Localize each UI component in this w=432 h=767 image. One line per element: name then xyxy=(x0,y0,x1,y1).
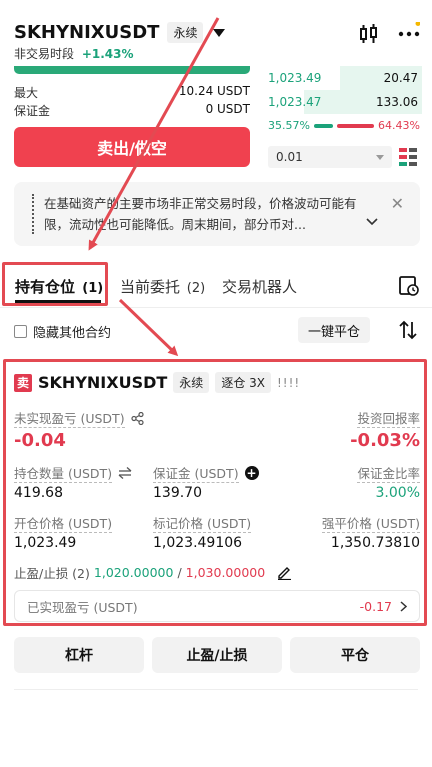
dropdown-arrow-icon xyxy=(376,154,384,160)
close-all-button[interactable]: 一键平仓 xyxy=(298,317,370,343)
bid-row[interactable]: 1,023.49 20.47 xyxy=(262,66,422,90)
orderbook-layout-icon[interactable] xyxy=(399,148,417,166)
precision-value: 0.01 xyxy=(276,150,303,164)
unrealized-pnl-value: -0.04 xyxy=(14,430,66,451)
margin-ratio-label: 保证金比率 xyxy=(357,463,420,483)
max-value: 10.24 USDT xyxy=(178,84,250,98)
position-margin-label: 保证金 (USDT) xyxy=(153,463,239,483)
position-header: 卖 SKHYNIXUSDT 永续 逐仓 3X !!!! xyxy=(14,372,300,393)
chevron-right-icon xyxy=(400,600,407,612)
roi-value: -0.03% xyxy=(350,430,420,451)
ratio-bar xyxy=(313,123,375,128)
tab-count: (2) xyxy=(186,281,206,296)
leverage-button[interactable]: 杠杆 xyxy=(14,637,144,673)
bid-price: 1,023.47 xyxy=(268,95,322,109)
realized-pnl-row[interactable]: 已实现盈亏 (USDT) -0.17 xyxy=(14,590,420,622)
buy-ratio: 35.57% xyxy=(268,119,310,132)
mark-price-label: 标记价格 (USDT) xyxy=(153,513,252,533)
size-label: 持仓数量 (USDT) xyxy=(14,463,113,483)
hide-others-checkbox[interactable]: 隐藏其他合约 xyxy=(14,322,111,341)
contract-type-badge: 永续 xyxy=(167,22,204,43)
position-margin-value: 139.70 xyxy=(153,485,202,501)
tab-count: (1) xyxy=(82,281,104,296)
session-status: 非交易时段 +1.43% xyxy=(14,45,134,62)
sort-icon[interactable] xyxy=(399,320,417,340)
unrealized-pnl-label-wrap: 未实现盈亏 (USDT) xyxy=(14,408,144,428)
close-icon[interactable]: ✕ xyxy=(391,194,404,213)
bid-qty: 20.47 xyxy=(383,71,418,85)
precision-select[interactable]: 0.01 xyxy=(268,146,392,168)
tpsl-button[interactable]: 止盈/止损 xyxy=(152,637,282,673)
tab-positions[interactable]: 持有仓位 (1) xyxy=(15,276,103,297)
sell-ratio: 64.43% xyxy=(378,119,420,132)
more-menu-icon[interactable] xyxy=(398,22,420,42)
share-icon[interactable] xyxy=(130,411,144,425)
max-label: 最大 xyxy=(14,86,39,100)
tab-label: 当前委托 xyxy=(120,278,181,296)
size-value: 419.68 xyxy=(14,485,63,501)
candlestick-chart-icon[interactable] xyxy=(358,24,380,44)
margin-label-wrap: 保证金 (USDT) + xyxy=(153,463,259,483)
annotation-box-position xyxy=(3,359,427,626)
stop-loss-value: 1,030.00000 xyxy=(185,565,266,580)
hide-others-label: 隐藏其他合约 xyxy=(33,326,112,341)
tab-label: 交易机器人 xyxy=(222,278,298,296)
swap-units-icon[interactable] xyxy=(118,467,132,479)
realized-pnl-label: 已实现盈亏 (USDT) xyxy=(27,599,138,615)
signal-indicator: !!!! xyxy=(276,375,301,390)
bid-row[interactable]: 1,023.47 133.06 xyxy=(262,90,422,114)
realized-pnl-value: -0.17 xyxy=(359,598,392,614)
tpsl-row: 止盈/止损 (2) 1,020.00000 / 1,030.00000 xyxy=(14,563,292,582)
margin-value: 0 USDT xyxy=(205,102,250,116)
notice-marker-icon xyxy=(32,194,34,234)
tpsl-label: 止盈/止损 (2) xyxy=(14,566,90,581)
caret-down-icon xyxy=(213,28,226,37)
position-contract-type: 永续 xyxy=(173,372,210,393)
liq-price-value: 1,350.73810 xyxy=(330,535,420,551)
liq-price-label: 强平价格 (USDT) xyxy=(321,513,420,533)
take-profit-value: 1,020.00000 xyxy=(93,565,174,580)
bid-qty: 133.06 xyxy=(376,95,418,109)
orderbook-bids: 1,023.49 20.47 1,023.47 133.06 xyxy=(262,66,422,114)
tab-open-orders[interactable]: 当前委托 (2) xyxy=(120,276,205,297)
checkbox-icon xyxy=(14,325,27,338)
edit-pencil-icon[interactable] xyxy=(277,565,292,580)
order-info: 最大 10.24 USDT 保证金 0 USDT xyxy=(14,84,250,120)
symbol-selector[interactable]: SKHYNIXUSDT 永续 xyxy=(14,22,226,43)
tpsl-separator: / xyxy=(177,565,182,580)
expand-chevron-icon[interactable] xyxy=(366,218,378,226)
tab-label: 持有仓位 xyxy=(15,278,76,296)
size-label-wrap: 持仓数量 (USDT) xyxy=(14,463,132,483)
history-icon[interactable] xyxy=(398,275,420,297)
symbol-title: SKHYNIXUSDT xyxy=(14,22,160,43)
add-margin-icon[interactable]: + xyxy=(244,466,259,480)
roi-label: 投资回报率 xyxy=(357,408,420,428)
position-symbol[interactable]: SKHYNIXUSDT xyxy=(38,373,167,392)
tab-trading-bots[interactable]: 交易机器人 xyxy=(222,276,297,297)
side-badge: 卖 xyxy=(14,373,32,392)
close-position-button[interactable]: 平仓 xyxy=(290,637,420,673)
margin-label: 保证金 xyxy=(14,104,51,118)
entry-price-label: 开仓价格 (USDT) xyxy=(14,513,113,533)
annotation-arrow-to-position xyxy=(118,298,179,357)
session-label: 非交易时段 xyxy=(14,47,75,61)
entry-price-value: 1,023.49 xyxy=(14,535,77,551)
buy-sell-ratio: 35.57% 64.43% xyxy=(268,119,420,132)
price-change: +1.43% xyxy=(81,47,134,61)
buy-button-edge[interactable] xyxy=(14,66,250,74)
unrealized-pnl-label: 未实现盈亏 (USDT) xyxy=(14,408,125,428)
sell-short-button[interactable]: 卖出/做空 xyxy=(14,127,250,167)
active-tab-underline xyxy=(15,300,101,303)
bid-price: 1,023.49 xyxy=(268,71,322,85)
margin-ratio-value: 3.00% xyxy=(375,485,420,501)
mark-price-value: 1,023.49106 xyxy=(153,535,243,551)
divider xyxy=(14,689,418,690)
notice-text: 在基础资产的主要市场非正常交易时段，价格波动可能有限，流动性也可能降低。周末期间… xyxy=(44,196,357,232)
margin-mode-badge[interactable]: 逐仓 3X xyxy=(215,372,271,393)
notice-banner: 在基础资产的主要市场非正常交易时段，价格波动可能有限，流动性也可能降低。周末期间… xyxy=(14,182,420,246)
